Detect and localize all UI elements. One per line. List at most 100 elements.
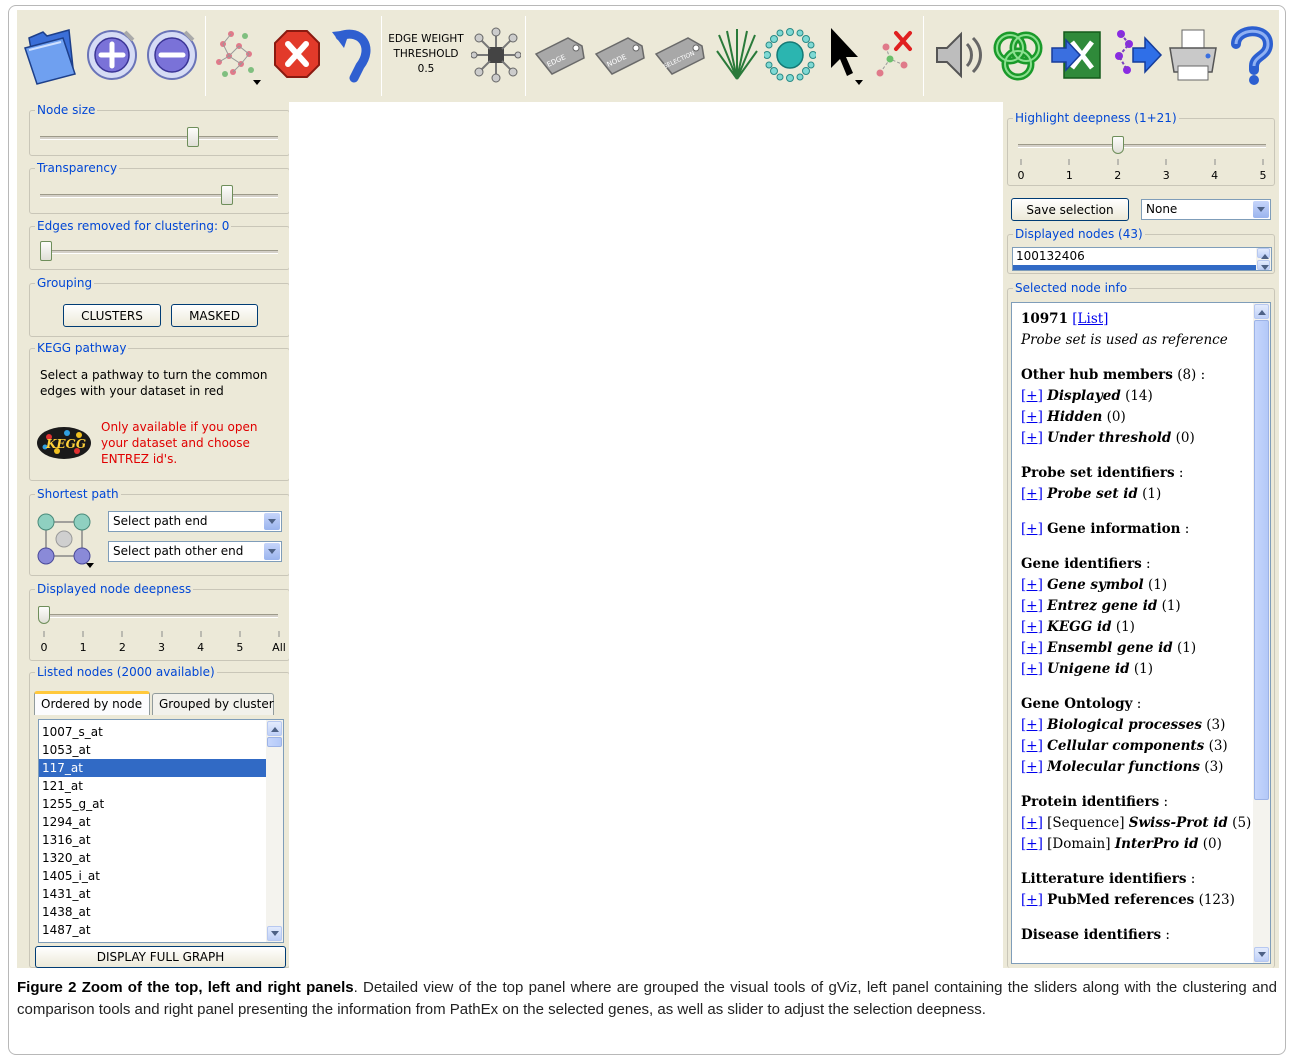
left-panel: Node size Transparency Edges removed for… — [17, 102, 290, 968]
listed-node-item[interactable]: 1007_s_at — [39, 723, 266, 741]
network-layout-icon[interactable] — [209, 20, 267, 90]
expand-link[interactable]: [+] — [1021, 409, 1043, 425]
expand-link[interactable]: [+] — [1021, 486, 1043, 502]
shortest-path-icon — [36, 507, 96, 571]
highlight-deepness-ticks: 0 1 2 3 4 5 — [1008, 159, 1276, 183]
tab-ordered-by-node[interactable]: Ordered by node — [34, 691, 150, 715]
expand-link[interactable]: [+] — [1021, 577, 1043, 593]
node-deepness-slider-thumb[interactable] — [38, 606, 50, 624]
help-icon[interactable] — [1223, 20, 1277, 90]
tick-label: 4 — [197, 641, 205, 654]
selected-node-info-panel: 10971 [List] Probe set is used as refere… — [1011, 302, 1271, 964]
listed-node-item[interactable]: 1438_at — [39, 903, 266, 921]
expand-link[interactable]: [+] — [1021, 598, 1043, 614]
scroll-down-button[interactable] — [267, 926, 282, 941]
expand-link[interactable]: [+] — [1021, 619, 1043, 635]
literature-identifiers-heading: Litterature identifiers — [1021, 871, 1187, 887]
zoom-out-icon[interactable] — [143, 20, 201, 90]
info-item: [+] KEGG id (1) — [1021, 617, 1254, 638]
info-item-prefix: [Domain] — [1047, 836, 1111, 852]
tick-mark — [1214, 159, 1216, 165]
node-tag-icon[interactable]: NODE — [591, 20, 649, 90]
selected-node-info-scrollbar[interactable] — [1253, 303, 1270, 963]
info-scroll-thumb[interactable] — [1254, 320, 1269, 800]
hub-node-icon[interactable] — [763, 20, 817, 90]
tick-mark — [278, 631, 280, 637]
edge-tag-icon[interactable]: EDGE — [531, 20, 589, 90]
pointer-select-icon[interactable] — [823, 20, 867, 90]
info-scroll-down-button[interactable] — [1254, 947, 1269, 962]
save-selection-button[interactable]: Save selection — [1011, 198, 1129, 221]
scroll-thumb[interactable] — [267, 737, 282, 747]
transparency-slider-thumb[interactable] — [220, 185, 233, 205]
listed-node-item[interactable]: 1316_at — [39, 831, 266, 849]
path-end-select[interactable]: Select path end — [108, 511, 282, 532]
listed-node-item[interactable]: 1053_at — [39, 741, 266, 759]
expand-link[interactable]: [+] — [1021, 640, 1043, 656]
listed-node-item[interactable]: 1255_g_at — [39, 795, 266, 813]
displayed-node-item-selected[interactable]: 10971 — [1013, 265, 1271, 270]
displayed-node-item[interactable]: 100132406 — [1013, 248, 1271, 265]
tab-grouped-by-cluster[interactable]: Grouped by cluster — [152, 693, 274, 715]
display-full-graph-button[interactable]: DISPLAY FULL GRAPH — [35, 946, 286, 968]
expand-link[interactable]: [+] — [1021, 759, 1043, 775]
displayed-nodes-scroll-down[interactable] — [1257, 260, 1270, 270]
listed-node-item[interactable]: 1431_at — [39, 885, 266, 903]
masked-button[interactable]: MASKED — [171, 304, 258, 327]
info-scroll-up-button[interactable] — [1254, 304, 1269, 319]
tick-mark — [1117, 159, 1119, 165]
node-size-slider-thumb[interactable] — [186, 127, 199, 147]
node-list-link[interactable]: [List] — [1072, 311, 1108, 327]
graph-canvas[interactable] — [289, 102, 1003, 968]
selection-dropdown[interactable]: None — [1141, 199, 1271, 220]
sound-icon[interactable] — [929, 20, 987, 90]
undo-icon[interactable] — [325, 20, 381, 90]
listed-node-item[interactable]: 1320_at — [39, 849, 266, 867]
node-size-group: Node size — [29, 103, 290, 156]
info-item-label: Hidden — [1047, 409, 1103, 425]
caption-period: . — [353, 979, 364, 996]
link-knot-icon[interactable] — [989, 20, 1047, 90]
selection-tag-icon[interactable]: SELECTION — [651, 20, 709, 90]
highlight-deepness-group: Highlight deepness (1+21) 0 1 2 3 4 5 — [1007, 111, 1276, 186]
listed-nodes-list[interactable]: 1007_s_at 1053_at 117_at 121_at 1255_g_at 129… — [38, 719, 284, 943]
displayed-nodes-scrollbar[interactable] — [1256, 248, 1271, 270]
zoom-in-icon[interactable] — [83, 20, 141, 90]
edges-removed-slider-thumb[interactable] — [40, 241, 52, 261]
gene-information-expand[interactable]: [+] — [1021, 521, 1043, 537]
expand-link[interactable]: [+] — [1021, 388, 1043, 404]
listed-nodes-scrollbar[interactable] — [266, 720, 283, 942]
edge-fan-icon[interactable] — [711, 20, 763, 90]
listed-node-item[interactable]: 1294_at — [39, 813, 266, 831]
expand-link[interactable]: [+] — [1021, 717, 1043, 733]
expand-link[interactable]: [+] — [1021, 661, 1043, 677]
node-deepness-track — [38, 614, 278, 618]
expand-link[interactable]: [+] — [1021, 738, 1043, 754]
excel-export-icon[interactable] — [1049, 20, 1107, 90]
path-other-end-select[interactable]: Select path other end — [108, 541, 282, 562]
expand-link[interactable]: [+] — [1021, 430, 1043, 446]
print-icon[interactable] — [1165, 20, 1221, 90]
listed-node-item[interactable]: 1487_at — [39, 921, 266, 939]
expand-link[interactable]: [+] — [1021, 836, 1043, 852]
expand-link[interactable]: [+] — [1021, 892, 1043, 908]
info-item-label: InterPro id — [1114, 836, 1199, 852]
edge-weight-value: 0.5 — [417, 63, 435, 75]
export-graph-icon[interactable] — [1109, 20, 1163, 90]
displayed-nodes-scroll-up[interactable] — [1257, 248, 1270, 259]
clusters-button[interactable]: CLUSTERS — [63, 304, 161, 327]
close-icon[interactable] — [269, 20, 325, 90]
displayed-nodes-list[interactable]: 100132406 10971 — [1012, 247, 1272, 271]
listed-node-item[interactable]: 117_at — [39, 759, 266, 777]
tick-label: 5 — [236, 641, 244, 654]
listed-node-item[interactable]: 121_at — [39, 777, 266, 795]
listed-node-item[interactable]: 1405_i_at — [39, 867, 266, 885]
remove-node-icon[interactable] — [869, 20, 919, 90]
edge-weight-threshold-icon[interactable] — [469, 20, 523, 90]
highlight-deepness-slider-thumb[interactable] — [1111, 136, 1124, 154]
info-item: [+] Cellular components (3) — [1021, 736, 1254, 757]
figure-caption: Figure 2 Zoom of the top, left and right… — [17, 977, 1277, 1021]
expand-link[interactable]: [+] — [1021, 815, 1043, 831]
scroll-up-button[interactable] — [267, 721, 282, 736]
open-folder-icon[interactable] — [21, 20, 81, 90]
